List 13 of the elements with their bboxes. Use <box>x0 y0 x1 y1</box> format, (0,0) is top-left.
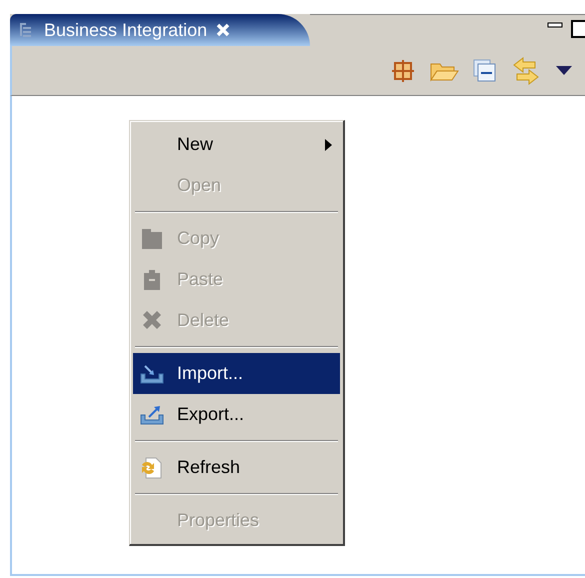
menu-item[interactable]: Refresh <box>133 447 340 488</box>
grid-icon[interactable] <box>391 58 415 82</box>
view-menu-icon[interactable] <box>555 64 573 76</box>
menu-item[interactable]: Export... <box>133 394 340 435</box>
copy-icon <box>139 226 165 250</box>
close-icon[interactable] <box>215 22 232 38</box>
menu-item[interactable]: New <box>133 124 340 165</box>
collapse-icon[interactable] <box>473 58 497 82</box>
view-title: Business Integration <box>44 18 208 42</box>
view-tab[interactable]: Business Integration <box>10 14 310 46</box>
submenu-arrow-icon <box>324 138 332 150</box>
menu-item[interactable]: Import... <box>133 353 340 394</box>
maximize-icon[interactable] <box>571 20 585 38</box>
